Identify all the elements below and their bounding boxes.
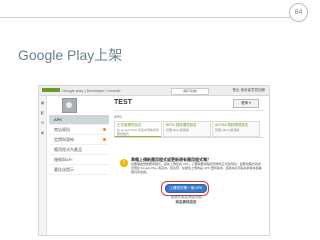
nav-item-label: 商店資訊 [54, 127, 70, 132]
warning-dot-icon [103, 128, 106, 131]
tab-production[interactable]: 正式版環境設定 在 Google Play 商店中發佈您的應用程式 [114, 121, 162, 138]
console-header: Google play | Developer Console (帳戶名稱) 登… [39, 86, 269, 96]
publish-button[interactable]: 發佈 ▾ [233, 99, 259, 108]
apps-icon[interactable]: ▣ [40, 100, 45, 105]
nav-item-store-listing[interactable]: 商店資訊 [49, 125, 109, 135]
tab-description: 管理 Beta 版測試 [166, 128, 189, 132]
app-nav: APK 商店資訊 定價與發佈 應用程式內產品 服務與API 最佳化提示 [49, 115, 109, 175]
app-icon [62, 98, 77, 113]
nav-item-label: 最佳化提示 [54, 167, 74, 172]
slide-header-rule [0, 17, 305, 18]
icon-rail: ▣ ◧ ⚙ ◉ [39, 96, 47, 235]
store-listing-link[interactable]: 商店資訊設定 [169, 200, 203, 205]
tab-alpha[interactable]: ALPHA 測試環境設定 管理 Alpha 版測試 [212, 121, 260, 137]
nav-item-pricing[interactable]: 定價與發佈 [49, 135, 109, 145]
header-links[interactable]: 登出 使用者意見回饋 [233, 88, 265, 93]
nav-item-label: 定價與發佈 [54, 137, 74, 142]
google-play-logo [42, 88, 60, 92]
alerts-icon[interactable]: ◉ [40, 130, 45, 135]
tabs-divider [114, 137, 264, 138]
warning-dot-icon [103, 138, 106, 141]
slide-title: Google Play上架 [18, 47, 123, 63]
page-number-badge: 84 [289, 3, 308, 22]
account-selector[interactable]: (帳戶名稱) [171, 88, 209, 95]
section-label: APK [114, 114, 123, 119]
app-icon-glyph [66, 102, 72, 108]
tab-beta[interactable]: BETA 測試環境設定 管理 Beta 版測試 [163, 121, 211, 137]
title-divider [114, 110, 264, 111]
nav-item-label: APK [54, 117, 63, 122]
upload-first-apk-button[interactable]: 上傳您的第一個 APK [165, 184, 207, 193]
tab-description: 在 Google Play 商店中發佈您的應用程式 [117, 128, 160, 136]
console-brand: Google play | Developer Console [62, 88, 121, 93]
nav-item-label: 應用程式內產品 [54, 147, 82, 152]
app-title: TEST [114, 99, 132, 106]
lightbulb-icon: ! [120, 159, 128, 167]
nav-item-label: 服務與API [54, 157, 73, 162]
nav-item-optimization-tips[interactable]: 最佳化提示 [49, 165, 109, 175]
release-tabs: 正式版環境設定 在 Google Play 商店中發佈您的應用程式 BETA 測… [114, 121, 260, 138]
reports-icon[interactable]: ◧ [40, 110, 45, 115]
developer-console-screenshot: Google play | Developer Console (帳戶名稱) 登… [38, 85, 270, 236]
settings-icon[interactable]: ⚙ [40, 120, 45, 125]
nav-item-apk[interactable]: APK [49, 115, 109, 125]
tab-description: 管理 Alpha 版測試 [215, 128, 240, 132]
notice-body: 如要開始發佈應用程式，請先上傳您的 APK。只要將應用程式發佈到正式版環境，該應… [131, 162, 262, 174]
upload-notice: ! 準備上傳新應用程式或更新現有應用程式嗎？ 如要開始發佈應用程式，請先上傳您的… [120, 157, 262, 174]
nav-item-services-api[interactable]: 服務與API [49, 155, 109, 165]
nav-item-in-app-products[interactable]: 應用程式內產品 [49, 145, 109, 155]
